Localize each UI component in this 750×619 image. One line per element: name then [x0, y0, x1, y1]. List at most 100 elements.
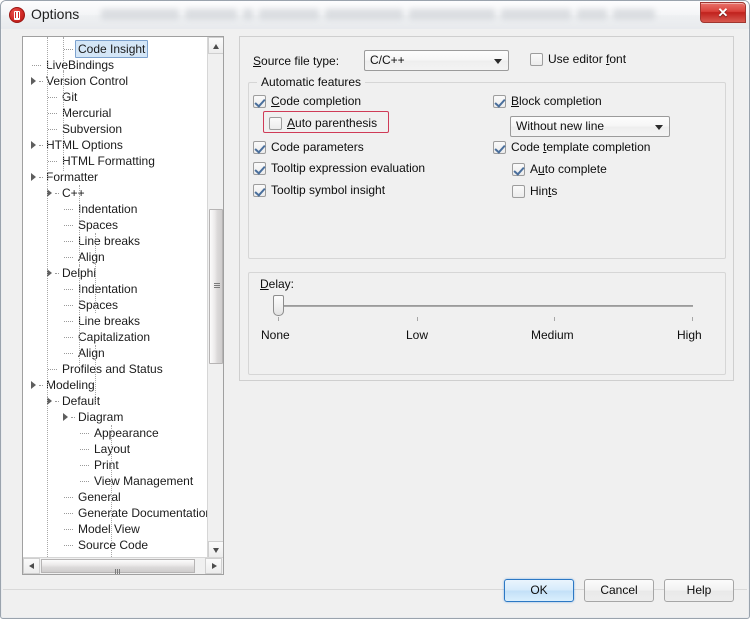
scroll-up-icon[interactable]	[208, 37, 223, 54]
tree-item-profiles-and-status[interactable]: Profiles and Status	[23, 361, 208, 377]
tree-item-indentation[interactable]: Indentation	[23, 281, 208, 297]
delay-tick	[554, 317, 555, 321]
block-completion-mode-combobox[interactable]: Without new line	[510, 116, 670, 137]
code-completion-label: Code completion	[271, 94, 362, 108]
tree-item-model-view[interactable]: Model View	[23, 521, 208, 537]
tree-guide-line	[111, 425, 112, 558]
scroll-left-icon[interactable]	[23, 558, 40, 574]
tree-item-print[interactable]: Print	[23, 457, 208, 473]
tree-connector-line	[64, 241, 73, 242]
use-editor-font-label: Use editor font	[548, 52, 627, 66]
tree-item-mercurial[interactable]: Mercurial	[23, 105, 208, 121]
tree-item-code-insight[interactable]: Code Insight	[23, 40, 208, 58]
tree-item-label: HTML Formatting	[62, 154, 155, 168]
delay-tick-label-high: High	[677, 328, 702, 342]
code-template-completion-label: Code template completion	[511, 140, 651, 154]
code-parameters-label: Code parameters	[271, 140, 364, 154]
tree-item-line-breaks[interactable]: Line breaks	[23, 233, 208, 249]
tree-expander-icon[interactable]	[30, 380, 39, 389]
delay-slider-thumb[interactable]	[273, 295, 284, 316]
hints-box	[512, 185, 525, 198]
code-insight-settings-panel: Source file type: C/C++ Use editor font …	[239, 36, 734, 381]
tree-connector-line	[80, 433, 89, 434]
delay-tick	[692, 317, 693, 321]
tree-item-capitalization[interactable]: Capitalization	[23, 329, 208, 345]
title-ghost-text	[409, 9, 495, 20]
tree-item-layout[interactable]: Layout	[23, 441, 208, 457]
tree-item-default[interactable]: Default	[23, 393, 208, 409]
scroll-right-icon[interactable]	[205, 558, 222, 574]
tree-item-label: Layout	[94, 442, 131, 456]
tree-expander-icon[interactable]	[30, 140, 39, 149]
tree-item-spaces[interactable]: Spaces	[23, 217, 208, 233]
tree-item-c[interactable]: C++	[23, 185, 208, 201]
help-button[interactable]: Help	[664, 579, 734, 602]
hints-label: Hints	[530, 184, 558, 198]
tree-item-label: C++	[62, 186, 85, 200]
source-file-type-combobox[interactable]: C/C++	[364, 50, 509, 71]
tree-item-generate-documentation[interactable]: Generate Documentation	[23, 505, 208, 521]
tree-expander-icon[interactable]	[30, 172, 39, 181]
tree-item-git[interactable]: Git	[23, 89, 208, 105]
tree-connector-line	[64, 337, 73, 338]
tooltip-expression-evaluation-box	[253, 162, 266, 175]
tree-item-subversion[interactable]: Subversion	[23, 121, 208, 137]
tree-item-label: Subversion	[62, 122, 123, 136]
tree-item-align[interactable]: Align	[23, 249, 208, 265]
tree-connector-line	[64, 513, 73, 514]
block-completion-mode-value: Without new line	[516, 119, 605, 133]
tree-connector-line	[48, 97, 57, 98]
tree-item-diagram[interactable]: Diagram	[23, 409, 208, 425]
tree-item-label: General	[78, 490, 121, 504]
tree-expander-icon[interactable]	[30, 76, 39, 85]
tree-item-html-formatting[interactable]: HTML Formatting	[23, 153, 208, 169]
scroll-down-icon[interactable]	[208, 541, 223, 558]
cancel-button[interactable]: Cancel	[584, 579, 654, 602]
tree-item-formatter[interactable]: Formatter	[23, 169, 208, 185]
tree-connector-line	[64, 289, 73, 290]
title-ghost-text	[101, 9, 179, 20]
tree-item-label: Line breaks	[78, 234, 141, 248]
tree-connector-line	[80, 465, 89, 466]
code-completion-box	[253, 95, 266, 108]
close-window-button[interactable]: ✕	[700, 2, 746, 23]
tree-item-line-breaks[interactable]: Line breaks	[23, 313, 208, 329]
tree-item-indentation[interactable]: Indentation	[23, 201, 208, 217]
tree-item-label: Version Control	[46, 74, 129, 88]
tree-item-general[interactable]: General	[23, 489, 208, 505]
title-ghost-text	[501, 9, 571, 20]
ok-button[interactable]: OK	[504, 579, 574, 602]
tree-connector-line	[48, 129, 57, 130]
tooltip-symbol-insight-label: Tooltip symbol insight	[271, 183, 386, 197]
tree-item-delphi[interactable]: Delphi	[23, 265, 208, 281]
tree-connector-line	[64, 225, 73, 226]
tree-item-modeling[interactable]: Modeling	[23, 377, 208, 393]
tree-item-source-code[interactable]: Source Code	[23, 537, 208, 553]
chevron-down-icon[interactable]	[651, 118, 668, 135]
tree-expander-icon[interactable]	[62, 412, 71, 421]
tree-item-html-options[interactable]: HTML Options	[23, 137, 208, 153]
tree-item-label: View Management	[94, 474, 194, 488]
tree-vertical-scrollbar[interactable]	[207, 37, 223, 558]
tooltip-symbol-insight-box	[253, 184, 266, 197]
tree-item-version-control[interactable]: Version Control	[23, 73, 208, 89]
automatic-features-caption: Automatic features	[257, 75, 366, 89]
tree-vertical-scroll-thumb[interactable]	[209, 209, 223, 364]
tree-connector-line	[64, 545, 73, 546]
tree-connector-line	[64, 529, 73, 530]
tree-item-livebindings[interactable]: LiveBindings	[23, 57, 208, 73]
tree-item-label: HTML Options	[46, 138, 123, 152]
code-parameters-box	[253, 141, 266, 154]
tree-item-appearance[interactable]: Appearance	[23, 425, 208, 441]
delay-tick-label-medium: Medium	[531, 328, 574, 342]
tree-item-view-management[interactable]: View Management	[23, 473, 208, 489]
tree-item-spaces[interactable]: Spaces	[23, 297, 208, 313]
tree-horizontal-scrollbar[interactable]	[23, 557, 223, 574]
tree-item-label: Indentation	[78, 202, 138, 216]
chevron-down-icon[interactable]	[490, 52, 507, 69]
options-category-tree[interactable]: Code Insight LiveBindings Version Control G…	[22, 36, 224, 575]
delay-slider-track[interactable]	[273, 305, 693, 307]
tree-connector-line	[80, 481, 89, 482]
tree-item-align[interactable]: Align	[23, 345, 208, 361]
tree-horizontal-scroll-thumb[interactable]	[41, 559, 195, 574]
